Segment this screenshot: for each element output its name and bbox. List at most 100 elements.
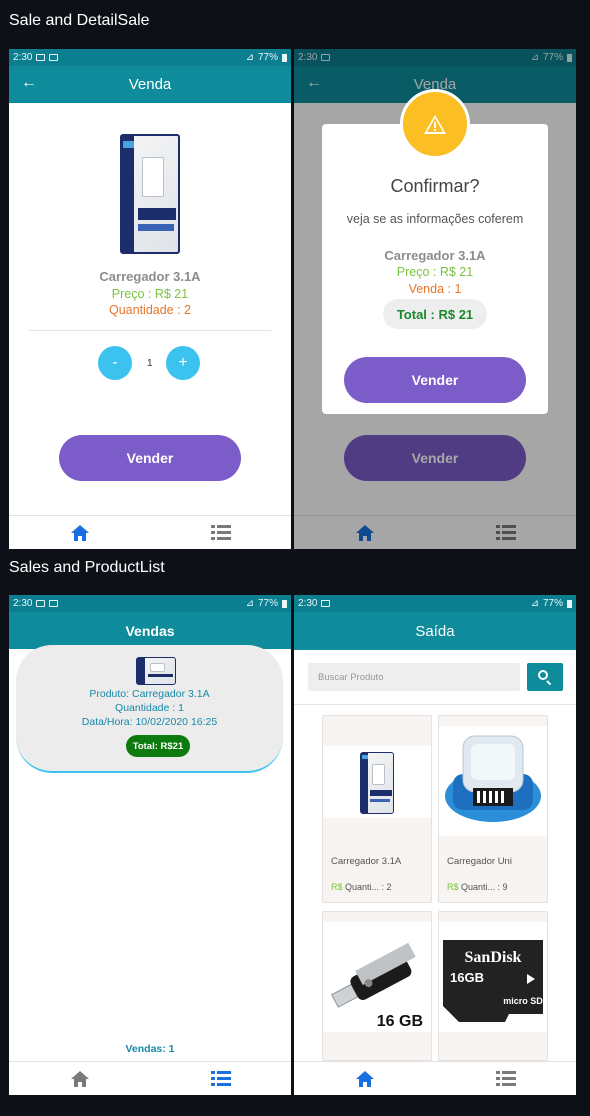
product-card[interactable]: 16 GB (322, 911, 432, 1061)
dialog-message: veja se as informações coferem (346, 212, 524, 226)
phone-product-list: 2:30 ⊿77% Saída Carregador 3.1A R$ Quant… (294, 595, 576, 1095)
decrement-button[interactable]: - (98, 346, 132, 380)
search-icon (538, 670, 552, 686)
app-bar: Saída (294, 612, 576, 650)
battery-icon (567, 599, 572, 608)
dialog-title: Confirmar? (390, 176, 480, 196)
product-card[interactable]: Carregador 3.1A R$ Quanti... : 2 (322, 715, 432, 903)
sale-quantity: Quantidade : 1 (115, 702, 184, 714)
message-icon (49, 600, 59, 607)
home-icon (70, 1070, 89, 1087)
battery-charger-image (445, 735, 541, 822)
sd-brand: SanDisk (465, 949, 522, 966)
app-bar: Vendas (9, 612, 291, 649)
list-icon (210, 1071, 231, 1086)
product-meta: R$ Quanti... : 2 (331, 882, 392, 892)
status-bar: 2:30 ⊿ 77% (9, 595, 291, 612)
status-battery: 77% (542, 598, 563, 609)
product-name: Carregador 3.1A (331, 856, 402, 867)
tab-home[interactable] (9, 1062, 150, 1095)
tab-list[interactable] (150, 516, 291, 549)
gallery-icon (36, 54, 46, 61)
battery-icon (282, 599, 287, 608)
increment-button[interactable]: + (166, 346, 200, 380)
status-bar: 2:30 ⊿ 77% (9, 49, 291, 66)
product-qty-label: Quanti... : 2 (345, 882, 392, 892)
status-time: 2:30 (13, 52, 33, 63)
app-bar: ← Venda (9, 66, 291, 103)
product-price: Preço : R$ 21 (111, 287, 189, 301)
status-battery: 77% (257, 52, 278, 63)
bottom-nav (9, 1061, 291, 1095)
sd-format: micro SD (503, 996, 543, 1006)
phone-sales-list: 2:30 ⊿ 77% Vendas Produto: Carregador 3.1… (9, 595, 291, 1095)
quantity-stepper-value: 1 (147, 358, 153, 369)
section-title-sales: Sales and ProductList (9, 559, 165, 576)
product-name: Carregador Uni (447, 856, 512, 867)
status-battery: 77% (257, 598, 278, 609)
tab-list[interactable] (150, 1062, 291, 1095)
page-title: Venda (128, 76, 172, 93)
sell-button[interactable]: Vender (59, 435, 241, 481)
sd-size: 16GB (450, 970, 484, 985)
product-card[interactable]: SanDisk 16GB micro SD (438, 911, 548, 1061)
gallery-icon (36, 600, 46, 607)
signal-icon: ⊿ (245, 598, 254, 609)
product-image (439, 726, 547, 836)
status-time: 2:30 (13, 598, 33, 609)
list-icon (495, 1071, 516, 1086)
divider (29, 330, 271, 331)
confirm-sell-button[interactable]: Vender (344, 357, 526, 403)
product-currency: R$ (447, 882, 459, 892)
dialog-sale: Venda : 1 (408, 282, 462, 296)
page-title: Vendas (125, 622, 175, 639)
phone-sale-detail: 2:30 ⊿ 77% ← Venda Carregador 3.1A Preço … (9, 49, 291, 549)
home-icon (355, 1070, 374, 1087)
bottom-nav (9, 515, 291, 549)
tab-list[interactable] (435, 1062, 576, 1095)
home-icon (70, 524, 89, 541)
product-image (120, 134, 180, 254)
phone-sale-confirm: 2:30 ⊿ 77% ← Venda Vender Confirmar? veja… (294, 49, 576, 549)
product-image: 16 GB (323, 922, 431, 1032)
status-time: 2:30 (298, 598, 318, 609)
status-bar: 2:30 ⊿ 77% (294, 595, 576, 612)
search-button[interactable] (527, 663, 563, 691)
micro-sd-image: SanDisk 16GB micro SD (443, 940, 543, 1022)
usb-drive-image: 16 GB (331, 942, 423, 1030)
sale-product-thumb (136, 657, 176, 685)
divider (294, 704, 576, 705)
list-icon (210, 525, 231, 540)
signal-icon: ⊿ (530, 598, 539, 609)
battery-icon (282, 53, 287, 62)
sale-card[interactable]: Produto: Carregador 3.1A Quantidade : 1 … (16, 645, 283, 773)
back-arrow-icon[interactable]: ← (21, 74, 37, 92)
dialog-price: Preço : R$ 21 (396, 265, 474, 279)
sale-total-badge: Total: R$21 (126, 735, 190, 757)
sale-datetime: Data/Hora: 10/02/2020 16:25 (81, 716, 218, 728)
message-icon (49, 54, 59, 61)
dialog-total-badge: Total : R$ 21 (383, 299, 487, 329)
message-icon (321, 600, 331, 607)
tab-home[interactable] (294, 1062, 435, 1095)
sale-product: Produto: Carregador 3.1A (89, 688, 210, 700)
page-title: Saída (415, 622, 455, 640)
product-quantity: Quantidade : 2 (108, 303, 191, 317)
bottom-nav (294, 1061, 576, 1095)
product-meta: R$ Quanti... : 9 (447, 882, 508, 892)
product-qty-label: Quanti... : 9 (461, 882, 508, 892)
dialog-product-name: Carregador 3.1A (384, 248, 486, 263)
section-title-sale: Sale and DetailSale (9, 12, 150, 29)
search-input[interactable] (308, 663, 520, 691)
product-image: SanDisk 16GB micro SD (439, 922, 547, 1032)
tab-home[interactable] (9, 516, 150, 549)
product-currency: R$ (331, 882, 343, 892)
confirm-dialog: Confirmar? veja se as informações cofere… (322, 124, 548, 414)
sales-count: Vendas: 1 (125, 1043, 175, 1055)
product-name: Carregador 3.1A (99, 269, 201, 284)
signal-icon: ⊿ (245, 52, 254, 63)
product-card[interactable]: Carregador Uni R$ Quanti... : 9 (438, 715, 548, 903)
warning-icon (400, 89, 470, 159)
usb-capacity-label: 16 GB (377, 1013, 423, 1030)
product-image (323, 746, 431, 818)
